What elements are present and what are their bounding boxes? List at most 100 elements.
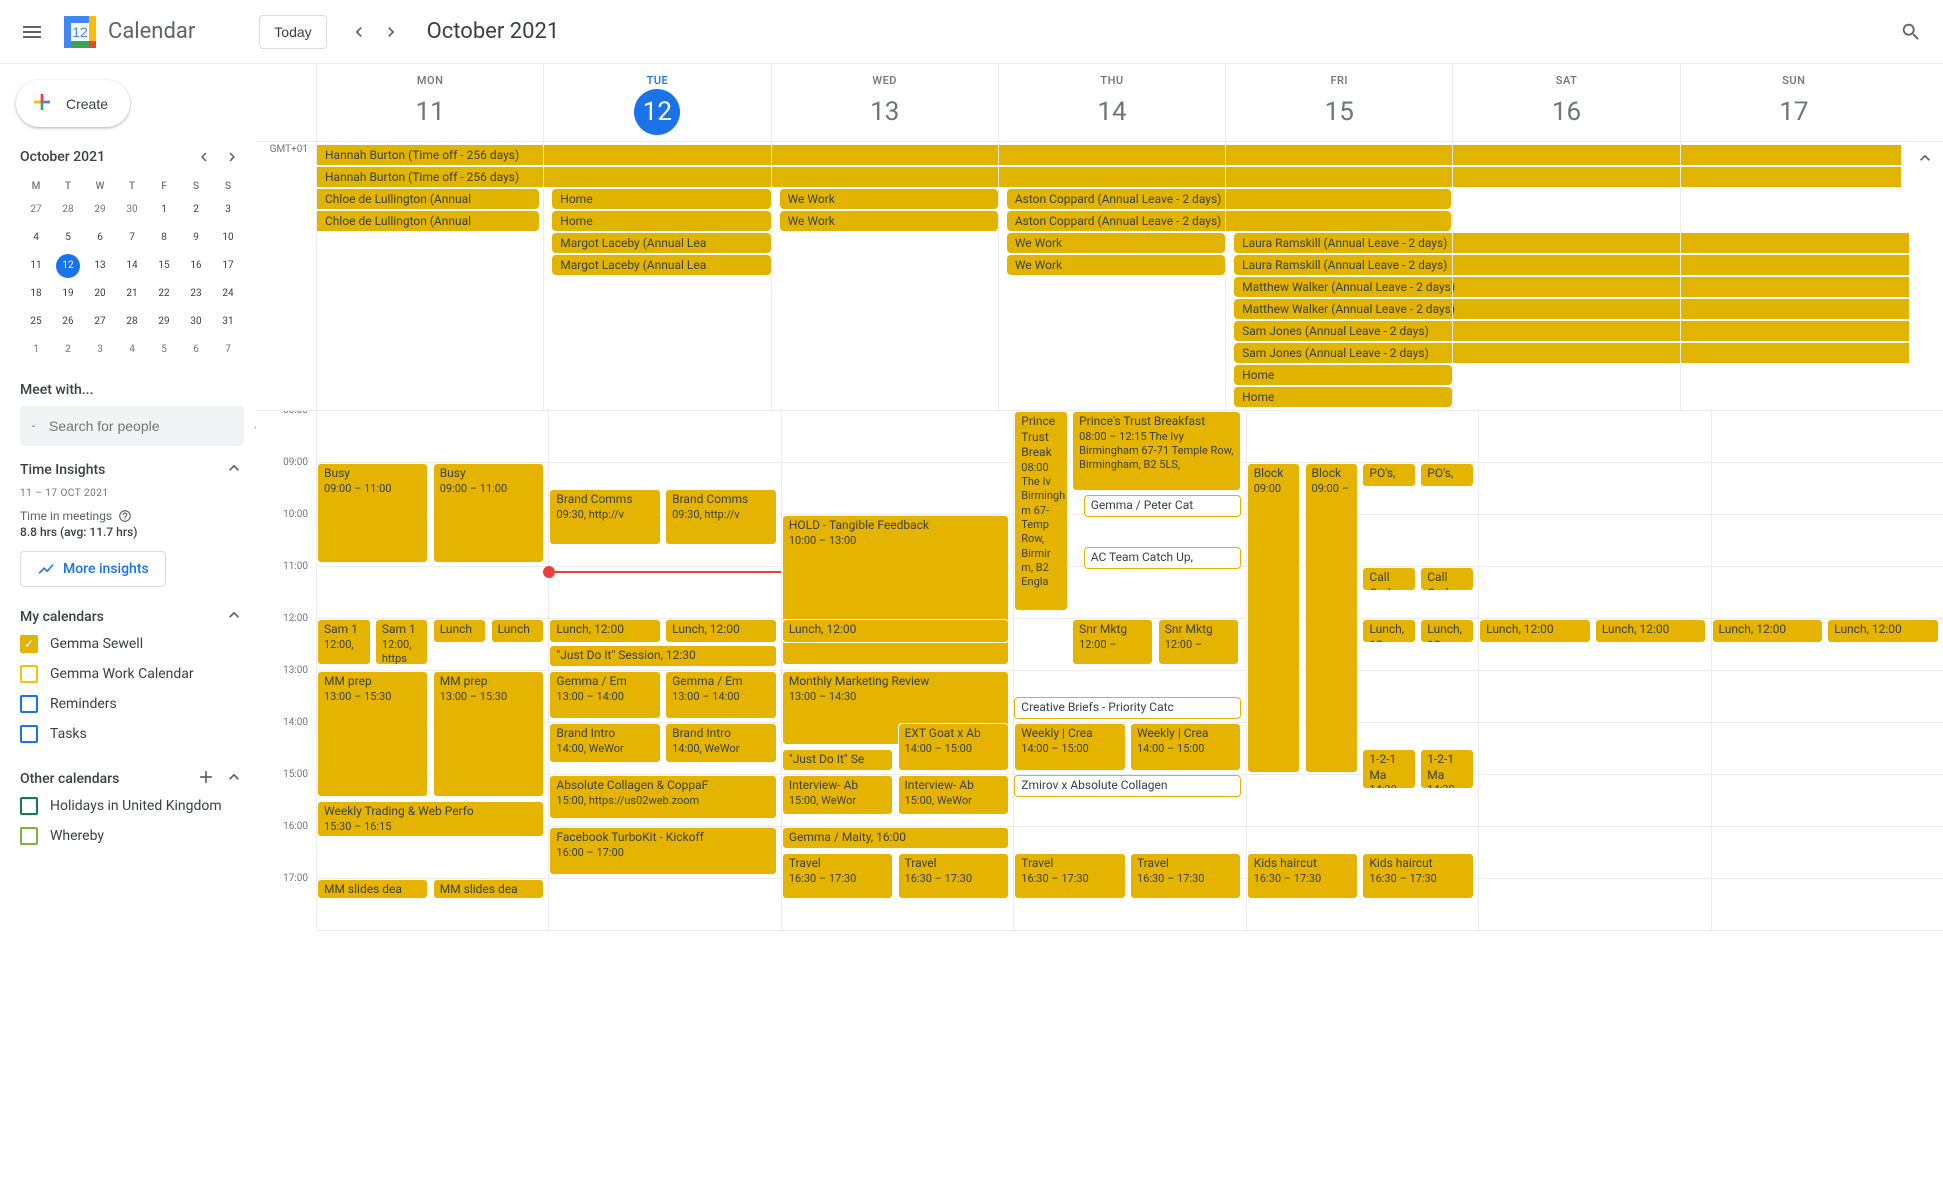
create-button[interactable]: Create [16, 80, 130, 127]
calendar-event[interactable]: Lunch, 12:00 [1712, 619, 1823, 643]
calendar-event[interactable]: Brand Intro14:00, WeWor [549, 723, 660, 763]
mini-calendar[interactable]: MTWTFSS272829301234567891011121314151617… [20, 177, 244, 364]
mini-day[interactable]: 3 [88, 338, 112, 362]
calendar-event[interactable]: Lunch, 12:00 [549, 619, 660, 643]
calendar-item[interactable]: Tasks [20, 719, 244, 749]
calendar-event[interactable]: AC Team Catch Up, [1084, 547, 1242, 569]
mini-day[interactable]: 28 [120, 310, 144, 334]
search-icon[interactable] [1887, 8, 1935, 56]
main-menu-icon[interactable] [8, 8, 56, 56]
calendar-event[interactable]: Block09:00 – [1305, 463, 1359, 773]
calendar-event[interactable]: Brand Comms09:30, http://v [549, 489, 660, 545]
mini-day[interactable]: 9 [184, 226, 208, 250]
calendar-event[interactable]: Call Grah [1362, 567, 1416, 591]
calendar-event[interactable]: Interview- Ab15:00, WeWor [782, 775, 893, 815]
mini-day[interactable]: 21 [120, 282, 144, 306]
calendar-event[interactable]: Lunch, 12:00 [1827, 619, 1938, 643]
calendar-event[interactable]: Busy09:00 – 11:00 [317, 463, 428, 563]
calendar-event[interactable]: Sam 112:00, [317, 619, 371, 665]
mini-day[interactable]: 23 [184, 282, 208, 306]
mini-day[interactable]: 29 [88, 198, 112, 222]
allday-event[interactable]: Home [1234, 387, 1452, 407]
allday-event[interactable]: Chloe de Lullington (Annual [317, 189, 539, 209]
mini-day[interactable]: 14 [120, 254, 144, 278]
calendar-event[interactable]: "Just Do It" Session, 12:30 [549, 645, 776, 667]
day-column[interactable]: Brand Comms09:30, http://vBrand Comms09:… [548, 411, 780, 931]
calendar-event[interactable]: Absolute Collagen & CoppaF15:00, https:/… [549, 775, 776, 819]
mini-day[interactable]: 10 [216, 226, 240, 250]
mini-day[interactable]: 16 [184, 254, 208, 278]
calendar-event[interactable]: Lunch, 12 [1362, 619, 1416, 643]
calendar-event[interactable]: Interview- Ab15:00, WeWor [898, 775, 1009, 815]
checkbox-icon[interactable] [20, 635, 38, 653]
day-column-header[interactable]: FRI 15 [1225, 64, 1452, 141]
help-icon[interactable] [118, 509, 132, 523]
allday-event[interactable]: We Work [1007, 233, 1225, 253]
calendar-event[interactable]: Snr Mktg12:00 – [1158, 619, 1239, 665]
day-column[interactable]: Lunch, 12:00Lunch, 12:00 [1711, 411, 1943, 931]
allday-event[interactable]: We Work [780, 211, 998, 231]
calendar-item[interactable]: Whereby [20, 821, 244, 851]
allday-cell[interactable] [1452, 142, 1679, 410]
calendar-event[interactable]: MM prep13:00 – 15:30 [433, 671, 544, 797]
calendar-event[interactable]: Creative Briefs - Priority Catc [1014, 697, 1241, 719]
calendar-item[interactable]: Gemma Work Calendar [20, 659, 244, 689]
calendar-event[interactable]: EXT Goat x Ab14:00 – 15:00 [898, 723, 1009, 771]
mini-day[interactable]: 12 [56, 254, 80, 278]
allday-event[interactable]: Margot Laceby (Annual Lea [552, 233, 770, 253]
mini-day[interactable]: 18 [24, 282, 48, 306]
mini-day[interactable]: 4 [24, 226, 48, 250]
more-insights-button[interactable]: More insights [20, 551, 166, 587]
day-column[interactable]: HOLD - Tangible Feedback10:00 – 13:00Lun… [781, 411, 1013, 931]
mini-day[interactable]: 15 [152, 254, 176, 278]
prev-week-button[interactable] [343, 16, 375, 48]
allday-event[interactable]: Home [552, 211, 770, 231]
allday-cell[interactable] [1680, 142, 1907, 410]
calendar-event[interactable]: 1-2-1 Ma14:30 – 1 [1420, 749, 1474, 789]
mini-day[interactable]: 11 [24, 254, 48, 278]
search-people-field[interactable] [47, 417, 232, 435]
checkbox-icon[interactable] [20, 665, 38, 683]
calendar-event[interactable]: Zmirov x Absolute Collagen [1014, 775, 1241, 797]
calendar-event[interactable]: Sam 112:00, https [375, 619, 429, 665]
calendar-item[interactable]: Gemma Sewell [20, 629, 244, 659]
calendar-event[interactable]: Weekly | Crea14:00 – 15:00 [1014, 723, 1125, 771]
mini-day[interactable]: 24 [216, 282, 240, 306]
day-column[interactable]: Busy09:00 – 11:00Busy09:00 – 11:00 Sam 11… [316, 411, 548, 931]
calendar-event[interactable]: Travel16:30 – 17:30 [1014, 853, 1125, 899]
calendar-event[interactable]: Weekly Trading & Web Perfo15:30 – 16:15 [317, 801, 544, 837]
calendar-event[interactable]: MM slides dea [433, 879, 544, 899]
mini-day[interactable]: 30 [184, 310, 208, 334]
calendar-event[interactable]: Lunch, 12:00 [665, 619, 776, 643]
day-column-header[interactable]: SAT 16 [1452, 64, 1679, 141]
mini-day[interactable]: 3 [216, 198, 240, 222]
calendar-item[interactable]: Reminders [20, 689, 244, 719]
day-column-header[interactable]: THU 14 [998, 64, 1225, 141]
chevron-up-icon[interactable] [224, 767, 244, 791]
calendar-event[interactable]: Busy09:00 – 11:00 [433, 463, 544, 563]
calendar-event[interactable]: Gemma / Maity, 16:00 [782, 827, 1009, 849]
calendar-event[interactable]: Gemma / Em13:00 – 14:00 [549, 671, 660, 719]
calendar-event[interactable]: Prince Trust Break08:00 The Iv Birmingh … [1014, 411, 1068, 611]
mini-prev-month[interactable] [192, 145, 216, 169]
chevron-up-icon[interactable] [224, 458, 244, 482]
calendar-event[interactable]: Brand Intro14:00, WeWor [665, 723, 776, 763]
calendar-event[interactable]: Lunch, 12:00 [1479, 619, 1590, 643]
calendar-event[interactable]: MM prep13:00 – 15:30 [317, 671, 428, 797]
calendar-event[interactable]: Travel16:30 – 17:30 [898, 853, 1009, 899]
calendar-event[interactable]: PO's, [1420, 463, 1474, 487]
mini-day[interactable]: 27 [88, 310, 112, 334]
mini-day[interactable]: 1 [152, 198, 176, 222]
next-week-button[interactable] [375, 16, 407, 48]
today-button[interactable]: Today [259, 15, 326, 49]
allday-cell[interactable]: Hannah Burton (Time off - 256 days)Hanna… [316, 142, 543, 410]
checkbox-icon[interactable] [20, 827, 38, 845]
day-column[interactable]: Prince Trust Break08:00 The Iv Birmingh … [1013, 411, 1245, 931]
calendar-event[interactable]: Block09:00 [1247, 463, 1301, 773]
add-calendar-button[interactable] [196, 767, 216, 791]
mini-day[interactable]: 25 [24, 310, 48, 334]
calendar-event[interactable]: Call Grah [1420, 567, 1474, 591]
day-column-header[interactable]: MON 11 [316, 64, 543, 141]
calendar-event[interactable]: Travel16:30 – 17:30 [782, 853, 893, 899]
mini-day[interactable]: 6 [88, 226, 112, 250]
